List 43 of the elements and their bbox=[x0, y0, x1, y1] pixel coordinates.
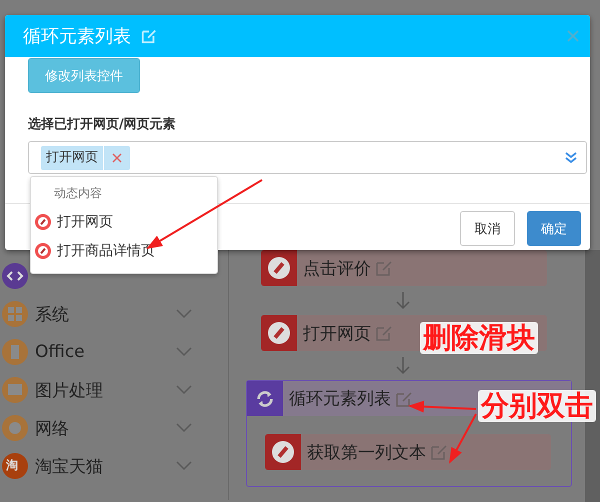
annotation-tooltip: 删除滑块 bbox=[420, 322, 538, 354]
system-category-icon bbox=[2, 301, 28, 327]
edit-icon[interactable] bbox=[395, 390, 413, 408]
flow-arrow bbox=[396, 357, 410, 375]
flow-arrow bbox=[396, 292, 410, 310]
chevron-down-icon[interactable] bbox=[176, 347, 192, 357]
close-icon[interactable] bbox=[567, 30, 579, 42]
double-chevron-icon[interactable] bbox=[564, 150, 578, 164]
network-category-icon bbox=[2, 415, 28, 441]
sidebar-item[interactable]: 网络 bbox=[35, 416, 176, 440]
sidebar-item[interactable]: Office bbox=[35, 342, 176, 362]
shop-logo-text: 淘 bbox=[6, 457, 18, 474]
edit-icon[interactable] bbox=[141, 28, 157, 44]
dropdown-option[interactable]: 打开网页 bbox=[57, 212, 113, 230]
dialog-title: 循环元素列表 bbox=[23, 25, 131, 48]
block-label: 点击评价 bbox=[303, 258, 371, 280]
sidebar-item[interactable]: 淘宝天猫 bbox=[35, 454, 176, 478]
chevron-down-icon[interactable] bbox=[176, 461, 192, 471]
field-label: 选择已打开网页/网页元素 bbox=[28, 116, 177, 133]
edit-icon[interactable] bbox=[430, 443, 448, 461]
refresh-icon bbox=[247, 381, 283, 416]
image-category-icon bbox=[2, 377, 28, 403]
chevron-down-icon[interactable] bbox=[176, 423, 192, 433]
sidebar-item[interactable]: 图片处理 bbox=[35, 378, 176, 402]
action-block[interactable]: 获取第一列文本 bbox=[265, 434, 551, 470]
action-block[interactable]: 点击评价 bbox=[261, 250, 547, 286]
edit-icon[interactable] bbox=[375, 259, 393, 277]
chevron-down-icon[interactable] bbox=[176, 309, 192, 319]
select-field[interactable]: 打开网页 bbox=[28, 141, 587, 174]
office-category-icon bbox=[2, 339, 28, 365]
code-category-icon bbox=[2, 263, 28, 289]
edit-list-button[interactable]: 修改列表控件 bbox=[28, 58, 140, 93]
annotation-tooltip: 分别双击 bbox=[478, 390, 596, 422]
sidebar-item[interactable]: 系统 bbox=[35, 302, 176, 326]
shop-category-icon bbox=[2, 453, 28, 479]
chevron-down-icon[interactable] bbox=[176, 385, 192, 395]
block-label: 打开网页 bbox=[303, 322, 371, 344]
group-label: 动态内容 bbox=[53, 185, 103, 202]
edit-icon[interactable] bbox=[375, 324, 393, 342]
confirm-button[interactable]: 确定 bbox=[527, 211, 581, 246]
block-label: 获取第一列文本 bbox=[307, 442, 426, 464]
cancel-button[interactable]: 取消 bbox=[460, 211, 515, 246]
block-label: 循环元素列表 bbox=[289, 388, 391, 410]
